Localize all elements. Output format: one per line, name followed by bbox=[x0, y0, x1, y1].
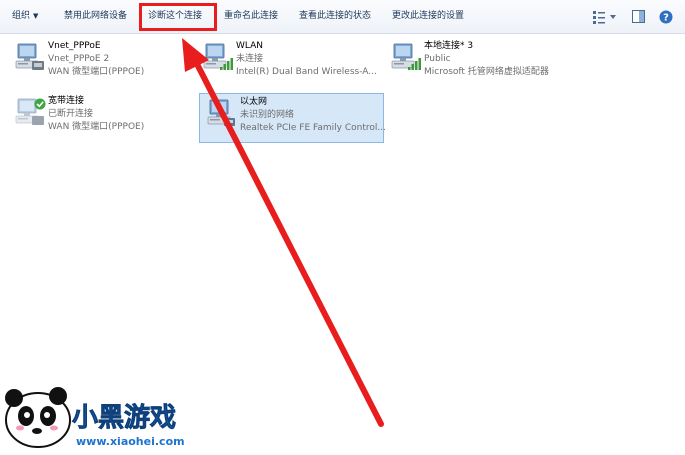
watermark-brand: 小黑游戏 bbox=[72, 403, 176, 433]
watermark-url: www.xiaohei.com bbox=[76, 435, 185, 448]
panda-logo-icon: 小黑游戏 www.xiaohei.com bbox=[5, 387, 185, 448]
watermark-logo: 小黑游戏 www.xiaohei.com bbox=[0, 376, 200, 451]
